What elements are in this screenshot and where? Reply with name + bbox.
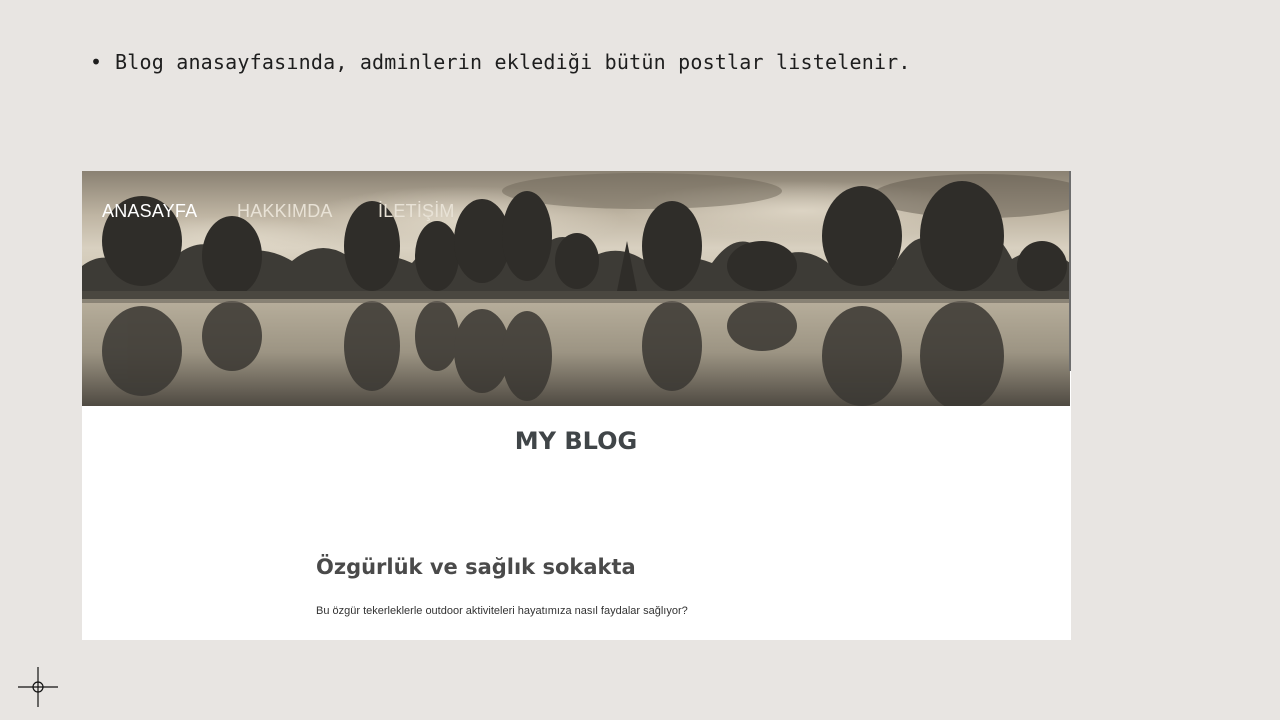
post-title[interactable]: Özgürlük ve sağlık sokakta — [316, 555, 636, 579]
blog-homepage-screenshot: ANASAYFA HAKKIMDA İLETİŞİM MY BLOG Özgür… — [82, 171, 1071, 640]
bullet-symbol: • — [90, 50, 103, 74]
browser-edge-divider — [1069, 171, 1071, 371]
lake-trees-reflection-image — [82, 171, 1070, 406]
crosshair-cursor-icon — [18, 667, 58, 707]
nav-item-hakkimda[interactable]: HAKKIMDA — [237, 201, 333, 222]
hero-banner: ANASAYFA HAKKIMDA İLETİŞİM — [82, 171, 1070, 406]
nav-item-anasayfa[interactable]: ANASAYFA — [102, 201, 197, 222]
post-subtitle: Bu özgür tekerleklerle outdoor aktivitel… — [316, 605, 688, 617]
blog-title: MY BLOG — [82, 427, 1070, 455]
blog-title-text: MY BLOG — [514, 427, 638, 455]
nav-item-iletisim[interactable]: İLETİŞİM — [378, 201, 455, 222]
slide-bullet-point: • Blog anasayfasında, adminlerin eklediği… — [90, 50, 911, 74]
bullet-text: Blog anasayfasında, adminlerin eklediği … — [115, 50, 911, 74]
